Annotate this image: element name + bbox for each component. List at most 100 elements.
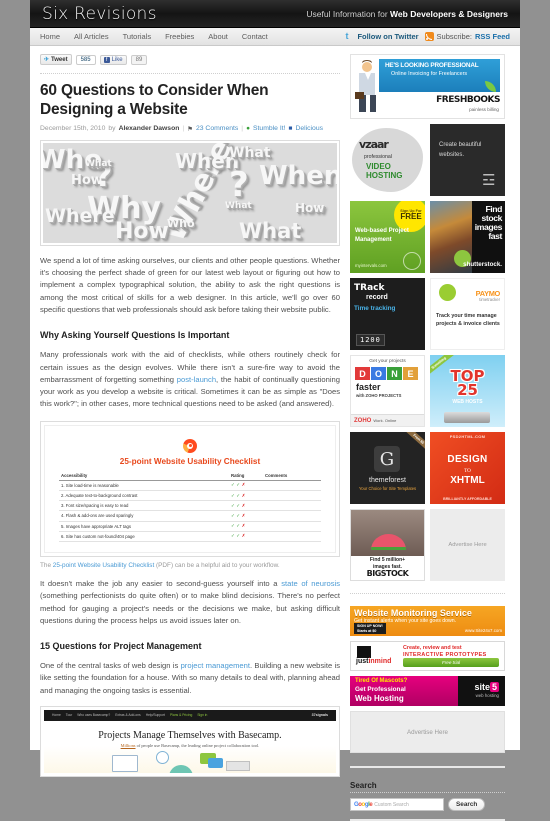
psd2html-design: DESIGN xyxy=(447,454,488,465)
basecamp-nav-signin: Sign in xyxy=(197,713,208,718)
freshbooks-tagline: painless billing xyxy=(469,107,499,112)
stumble-link[interactable]: Stumble It! xyxy=(253,125,286,132)
state-of-neurosis-link[interactable]: state of neurosis xyxy=(281,579,340,588)
ad-placeholder-advertise-here[interactable]: Advertise Here xyxy=(430,509,505,581)
checklist-header-row: Accessibility Rating Comments xyxy=(59,471,321,481)
site5-brand-text: site xyxy=(474,682,490,692)
ad-zoho[interactable]: Get your projects D O N E faster with ZO… xyxy=(350,355,425,427)
article-author[interactable]: Alexander Dawson xyxy=(119,125,180,132)
divider xyxy=(40,73,340,74)
search-input[interactable]: Google Custom Search xyxy=(350,798,444,811)
checklist-title: 25-point Website Usability Checklist xyxy=(119,456,261,466)
check-icon: ✓ xyxy=(236,482,241,488)
ad-site5[interactable]: Tired Of Mascots? Get Professional Web H… xyxy=(350,676,505,706)
ad-themeforest[interactable]: From $5 G themeforest Your Choice for Si… xyxy=(350,432,425,504)
rss-subscribe-link[interactable]: Subscribe: RSS Feed xyxy=(424,32,510,41)
freshbooks-logo-a: FRESH xyxy=(436,95,467,105)
basecamp-nav-who: Who uses Basecamp? xyxy=(77,713,111,718)
justinmind-line1: Create, review and test xyxy=(403,645,462,651)
basecamp-navbar: Home Tour Who uses Basecamp? Extras & Ad… xyxy=(44,709,336,721)
nav-item-freebies[interactable]: Freebies xyxy=(165,32,194,41)
top25-num: 25 xyxy=(457,381,478,399)
ad-psd2html[interactable]: PSD2HTML.COM DESIGN TO XHTML BRILLIANTLY… xyxy=(430,432,505,504)
delicious-link[interactable]: Delicious xyxy=(295,125,323,132)
nav-item-all-articles[interactable]: All Articles xyxy=(74,32,109,41)
table-row: 5. Images have appropriate ALT tags ✓ ✓ ✗ xyxy=(59,521,321,532)
featured-image-canvas: Who How ? What Why Where When What ? Whe… xyxy=(43,142,337,243)
ad-intervals[interactable]: Sign Up For FREE Web-based Project Manag… xyxy=(350,201,425,273)
checklist-rating[interactable]: ✓ ✓ ✗ xyxy=(229,480,263,491)
checklist-comment xyxy=(263,480,321,491)
search-widget: Search Google Custom Search Search xyxy=(350,773,505,821)
ad-site24x7[interactable]: Website Monitoring Service Get instant a… xyxy=(350,606,505,636)
site24x7-headline: Website Monitoring Service xyxy=(354,608,472,618)
spiral-shape xyxy=(183,438,197,453)
nav-item-home[interactable]: Home xyxy=(40,32,60,41)
checklist-comment xyxy=(263,510,321,522)
site24x7-btn2: Starts at $0 xyxy=(357,628,377,633)
stumbleupon-icon: ● xyxy=(246,125,250,133)
ad-justinmind[interactable]: justinmind Create, review and test INTER… xyxy=(350,641,505,671)
p4-text-a: One of the central tasks of web design i… xyxy=(40,661,181,671)
bigstock-photo xyxy=(351,510,424,556)
ad-paymo[interactable]: PAYMO timetracker Track your time manage… xyxy=(430,278,505,350)
article-paragraph-3: It doesn't make the job any easier to se… xyxy=(40,578,340,627)
ad-top25-web-hosts[interactable]: Something TOP 25 WEB HOSTS xyxy=(430,355,505,427)
featured-word-how-3: How xyxy=(295,200,325,215)
ad-bigstock[interactable]: Find 5 million+ images fast. BIGSTOCK xyxy=(350,509,425,581)
checklist-pdf-link[interactable]: 25-point Website Usability Checklist xyxy=(53,562,154,569)
nav-item-about[interactable]: About xyxy=(208,32,228,41)
search-form: Google Custom Search Search xyxy=(350,798,505,811)
nav-item-contact[interactable]: Contact xyxy=(242,32,268,41)
vzaar-professional-label: professional xyxy=(364,154,392,160)
ad-shutterstock[interactable]: Find stock images fast shutterstock. xyxy=(430,201,505,273)
ad-trackrecord[interactable]: TRack record Time tracking 1200 xyxy=(350,278,425,350)
post-launch-link[interactable]: post-launch xyxy=(177,375,216,384)
checklist-rating[interactable]: ✓ ✓ ✗ xyxy=(229,531,263,542)
ad-vzaar[interactable]: vzaar professional VIDEO HOSTING xyxy=(350,124,425,196)
main-navigation: Home All Articles Tutorials Freebies Abo… xyxy=(30,28,520,46)
checklist-comment xyxy=(263,490,321,502)
basecamp-illustration xyxy=(50,750,330,773)
vzaar-hosting: HOSTING xyxy=(366,171,403,180)
justinmind-cta-button[interactable]: Free trial xyxy=(403,658,499,667)
nav-item-tutorials[interactable]: Tutorials xyxy=(123,32,151,41)
check-icon: ✓ xyxy=(231,482,235,488)
cross-icon: ✗ xyxy=(241,512,246,518)
search-button[interactable]: Search xyxy=(448,798,486,811)
themeforest-subtext: Your Choice for Site Templates xyxy=(358,486,417,491)
checklist-rating[interactable]: ✓ ✓ ✗ xyxy=(229,521,263,532)
shutterstock-brand: shutterstock. xyxy=(463,261,502,268)
project-management-link[interactable]: project management xyxy=(181,661,250,670)
follow-on-twitter-link[interactable]: t Follow on Twitter xyxy=(345,32,418,42)
basecamp-brand: 37signals xyxy=(311,713,328,718)
top25-headline: TOP 25 xyxy=(430,369,505,399)
cross-icon: ✗ xyxy=(241,482,246,488)
checklist-item: 3. Font size/spacing is easy to read xyxy=(59,500,229,512)
checklist-col-comments: Comments xyxy=(263,471,321,481)
checklist-rating[interactable]: ✓ ✓ ✗ xyxy=(229,500,263,512)
basecamp-nav-home: Home xyxy=(52,713,61,718)
site5-brand-sub: web hosting xyxy=(475,693,499,698)
checklist-rating[interactable]: ✓ ✓ ✗ xyxy=(229,490,263,502)
tweet-button[interactable]: ✈ Tweet xyxy=(40,54,72,65)
trackrecord-logo-top: TRack xyxy=(354,283,385,293)
featured-word-who-2: Who xyxy=(167,216,195,230)
comments-link[interactable]: 23 Comments xyxy=(196,125,238,132)
facebook-like-button[interactable]: f Like xyxy=(99,54,127,65)
ad-placeholder-advertise-here-wide[interactable]: Advertise Here xyxy=(350,711,505,753)
site24x7-cta-button[interactable]: SIGN UP NOW! Starts at $0 xyxy=(354,623,386,634)
paymo-mascot-icon xyxy=(439,284,456,301)
intervals-gear-icon xyxy=(403,252,421,270)
ad-freshbooks[interactable]: HE'S LOOKING PROFESSIONAL Online Invoici… xyxy=(350,54,505,119)
site-logo[interactable]: Six Revisions xyxy=(42,4,157,24)
zoho-letter-d: D xyxy=(355,367,370,380)
check-icon: ✓ xyxy=(236,512,241,518)
checklist-comment xyxy=(263,531,321,542)
justinmind-logo: justinmind xyxy=(356,658,391,665)
ad-squarespace[interactable]: Create beautiful websites. ☲ xyxy=(430,124,505,196)
trackrecord-counter-display: 1200 xyxy=(356,334,385,346)
themeforest-glyph-icon: G xyxy=(374,446,400,472)
checklist-rating[interactable]: ✓ ✓ ✗ xyxy=(229,510,263,522)
trackrecord-logo-bottom: record xyxy=(366,294,388,301)
